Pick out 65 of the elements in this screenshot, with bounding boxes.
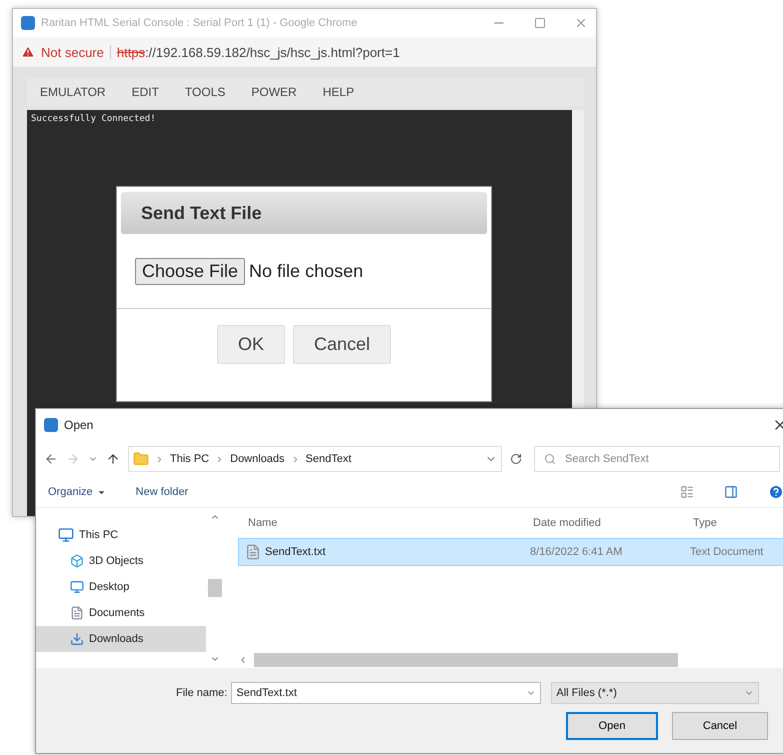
dialog-button[interactable]: Cancel [672, 712, 768, 740]
download-icon [70, 632, 84, 646]
document-icon [70, 606, 84, 620]
window-title: Raritan HTML Serial Console : Serial Port 1 (1) - Google Chrome [41, 17, 358, 29]
file-row[interactable]: SendText.txt 8/16/2022 6:41 AM Text Document [238, 538, 783, 566]
toolbar-button[interactable]: New folder [136, 486, 188, 498]
back-icon[interactable] [44, 452, 58, 466]
nav-label: 3D Objects [89, 555, 144, 567]
column-header[interactable]: Name [248, 517, 533, 529]
folder-icon [133, 451, 149, 467]
nav-label: Desktop [89, 581, 130, 593]
column-header[interactable]: Date modified [533, 517, 693, 529]
up-icon[interactable] [106, 452, 120, 466]
dialog-title: Open [64, 418, 94, 432]
menu-item[interactable]: HELP [310, 85, 368, 99]
file-type-select[interactable]: All Files (*.*) [551, 682, 760, 704]
scroll-thumb[interactable] [254, 653, 678, 667]
app-icon [21, 16, 35, 30]
breadcrumb-item[interactable]: This PC [170, 453, 210, 465]
dialog-button[interactable]: Cancel [292, 325, 392, 364]
terminal-output: Successfully Connected! [31, 114, 156, 124]
menu-item[interactable]: EDIT [118, 85, 172, 99]
nav-item[interactable]: This PC [36, 522, 206, 548]
dialog-title: Send Text File [121, 192, 487, 234]
search-icon [544, 453, 556, 465]
desktop-icon [70, 580, 84, 594]
nav-label: This PC [79, 529, 118, 541]
nav-item[interactable]: Desktop [36, 574, 206, 600]
dialog-button[interactable]: OK [216, 325, 285, 364]
view-icon[interactable] [680, 485, 694, 499]
security-warning[interactable]: Not secure [41, 44, 104, 60]
file-icon [245, 544, 261, 560]
nav-item[interactable]: Documents [36, 600, 206, 626]
warning-icon [21, 45, 35, 59]
file-name-label: File name: [176, 687, 228, 699]
breadcrumb-item[interactable]: Downloads [230, 453, 285, 465]
file-name: SendText.txt [265, 546, 326, 558]
preview-pane-icon[interactable] [724, 485, 738, 499]
toolbar-button[interactable]: Organize [48, 486, 106, 498]
app-icon [44, 418, 58, 432]
file-status: No file chosen [249, 260, 364, 282]
column-header[interactable]: Type [693, 517, 783, 529]
cube-icon [70, 554, 84, 568]
menu-item[interactable]: EMULATOR [27, 85, 119, 99]
breadcrumb-item[interactable]: SendText [306, 453, 352, 465]
menu-item[interactable]: TOOLS [172, 85, 238, 99]
nav-label: Documents [89, 607, 145, 619]
help-icon[interactable] [768, 484, 783, 500]
choose-file-button[interactable]: Choose File [135, 258, 246, 284]
menu-item[interactable]: POWER [238, 85, 310, 99]
maximize-icon[interactable] [534, 17, 546, 29]
nav-label: Downloads [89, 633, 144, 645]
scroll-thumb[interactable] [208, 579, 222, 597]
chevron-icon [155, 454, 164, 464]
nav-item[interactable]: 3D Objects [36, 548, 206, 574]
nav-item[interactable]: Downloads [36, 626, 206, 652]
address-bar[interactable]: This PC Downloads SendText [128, 446, 502, 472]
file-date: 8/16/2022 6:41 AM [530, 546, 624, 558]
computer-icon [58, 527, 74, 543]
file-name-field[interactable]: SendText.txt [231, 682, 542, 704]
search-field[interactable]: Search SendText [534, 446, 780, 472]
url-text[interactable]: https://192.168.59.182/hsc_js/hsc_js.html?port=1 [116, 44, 400, 60]
refresh-icon[interactable] [510, 453, 522, 465]
file-type: Text Document [690, 546, 764, 558]
dialog-button[interactable]: Open [566, 712, 658, 740]
